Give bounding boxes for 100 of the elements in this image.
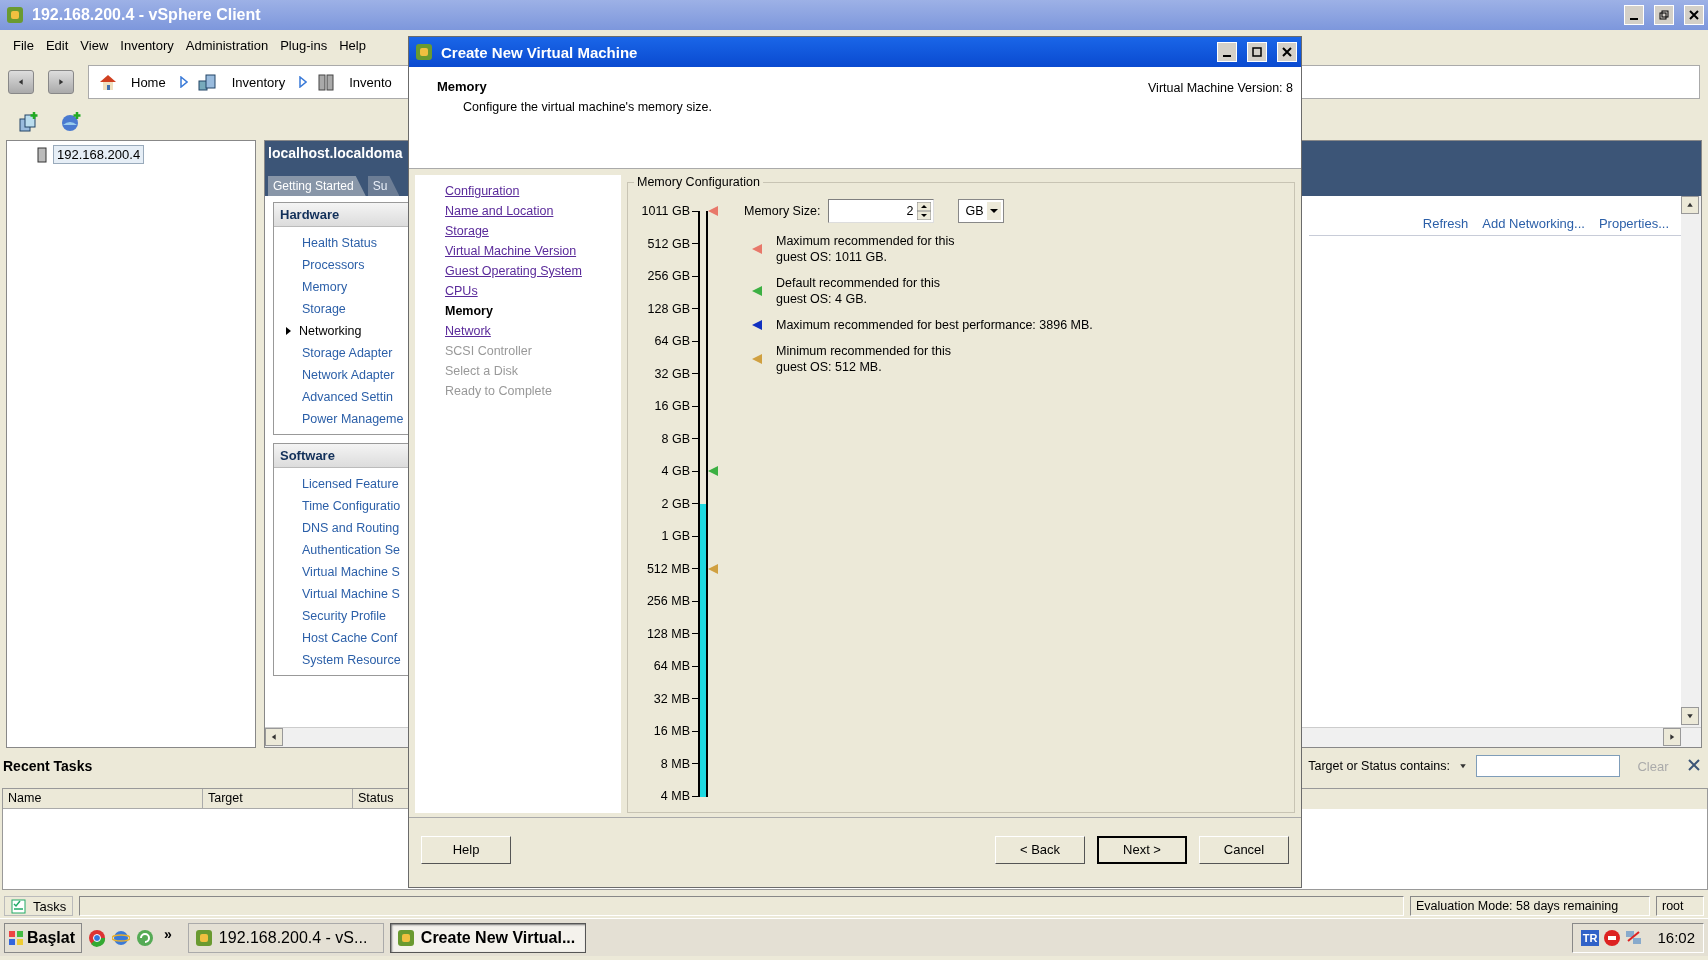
dialog-button[interactable]: < Back [995,835,1085,864]
column-header[interactable]: Name [3,789,203,809]
refresh-icon[interactable] [136,928,155,947]
breadcrumb-link[interactable]: Inventory [227,74,290,90]
step-description: Configure the virtual machine's memory size. [462,100,712,114]
section-link[interactable]: System Resource [302,653,401,667]
spin-up-icon[interactable] [917,202,932,211]
column-header[interactable]: Target [203,789,353,809]
more-button[interactable]: » [164,925,172,942]
dropdown-icon [987,202,1002,220]
app-icon [6,6,24,24]
step-link[interactable]: Memory [445,301,493,321]
step-link[interactable]: Name and Location [445,201,554,221]
evaluation-status: Evaluation Mode: 58 days remaining [1410,896,1650,916]
filter-field[interactable] [1476,755,1620,777]
section-link[interactable]: Advanced Settin [302,390,394,404]
menu-item[interactable]: Help [334,35,371,55]
action-link[interactable]: Add Networking... [1482,216,1585,231]
restore-button[interactable] [1654,5,1674,25]
minimize-button[interactable] [1624,5,1644,25]
menu-item[interactable]: Inventory [115,35,179,55]
section-link[interactable]: Storage [302,302,346,316]
dialog-button[interactable]: Cancel [1199,835,1289,864]
step-link[interactable]: Guest Operating System [445,261,582,281]
section-link[interactable]: Virtual Machine S [302,587,400,601]
menu-item[interactable]: Edit [40,35,74,55]
tasks-button[interactable]: Tasks [4,896,74,916]
scroll-down-button[interactable] [1681,707,1699,725]
section-link[interactable]: Health Status [302,236,378,250]
section-link[interactable]: Licensed Feature [302,477,399,491]
section-link[interactable]: Time Configuratio [302,499,401,513]
section-link[interactable]: Authentication Se [302,543,400,557]
section-link[interactable]: Security Profile [302,609,387,623]
maximize-button[interactable] [1247,42,1267,62]
scale-label: 1 GB [660,529,691,544]
section-link[interactable]: DNS and Routing [302,521,400,535]
app-icon [396,928,415,947]
close-button[interactable] [1684,5,1704,25]
arrow-icon [1458,761,1468,771]
scale-label: 256 MB [645,594,691,609]
browser-icon[interactable] [88,928,107,947]
close-button[interactable] [1277,42,1297,62]
dialog-button[interactable]: Next > [1097,835,1187,864]
menu-item[interactable]: Plug-ins [275,35,333,55]
scale-label: 512 GB [646,236,691,251]
unit-dropdown[interactable]: GB [958,199,1005,223]
back-button[interactable] [8,70,34,94]
taskbar-button[interactable]: 192.168.200.4 - vS... [187,922,384,953]
tab[interactable]: Su [367,176,400,196]
scale-label: 1011 GB [640,204,691,219]
section-link[interactable]: Network Adapter [302,368,395,382]
scale-label: 32 MB [652,691,691,706]
section-link[interactable]: Virtual Machine S [302,565,400,579]
scale-label: 8 MB [659,756,691,771]
scale-label: 4 MB [659,789,691,804]
section-link[interactable]: Memory [302,280,348,294]
dialog-button[interactable]: Help [421,835,511,864]
language-indicator[interactable]: TR [1580,929,1600,946]
scroll-left-button[interactable] [265,728,283,746]
step-link[interactable]: Network [445,321,491,341]
menu-item[interactable]: Administration [180,35,274,55]
tree-item[interactable]: 192.168.200.4 [53,145,145,164]
section-link[interactable]: Host Cache Conf [302,631,398,645]
maximize-icon [1252,47,1262,57]
minimize-button[interactable] [1217,42,1237,62]
arrow-icon [1685,711,1695,721]
step-link: SCSI Controller [445,343,532,360]
new-vm-icon[interactable] [18,111,40,133]
menu-item[interactable]: View [75,35,114,55]
legend-text: Default recommended for this guest OS: 4 GB. [776,275,940,307]
scroll-up-button[interactable] [1681,196,1699,214]
scroll-right-button[interactable] [1663,728,1681,746]
scale-label: 128 MB [645,626,691,641]
memory-size-field[interactable]: 2 [828,199,935,223]
legend-text: Maximum recommended for this guest OS: 1011 GB. [776,233,955,265]
filter-dropdown[interactable]: Target or Status contains: [1308,759,1450,773]
breadcrumb-link[interactable]: Home [127,74,170,90]
step-link[interactable]: Virtual Machine Version [445,241,577,261]
network-icon[interactable] [1625,928,1644,947]
forward-button[interactable] [48,70,74,94]
step-link[interactable]: Configuration [445,181,520,201]
add-host-icon[interactable] [60,111,82,133]
memory-slider[interactable] [698,211,708,797]
action-link[interactable]: Properties... [1598,216,1669,231]
section-link[interactable]: Processors [302,258,365,272]
spin-down-icon[interactable] [917,211,932,220]
action-link[interactable]: Refresh [1422,216,1469,231]
scale-label: 16 GB [653,399,691,414]
vertical-scrollbar[interactable] [1681,196,1701,727]
menu-item[interactable]: File [8,35,39,55]
section-link[interactable]: Power Manageme [302,412,404,426]
start-button[interactable]: Başlat [4,922,83,953]
scale-label: 8 GB [660,431,691,446]
section-link[interactable]: Networking [299,324,362,338]
section-link[interactable]: Storage Adapter [302,346,393,360]
taskbar-button[interactable]: Create New Virtual... [389,922,586,953]
breadcrumb-link[interactable]: Invento [345,74,396,90]
globe-icon[interactable] [112,928,131,947]
step-link[interactable]: Storage [445,221,489,241]
step-link[interactable]: CPUs [445,281,478,301]
